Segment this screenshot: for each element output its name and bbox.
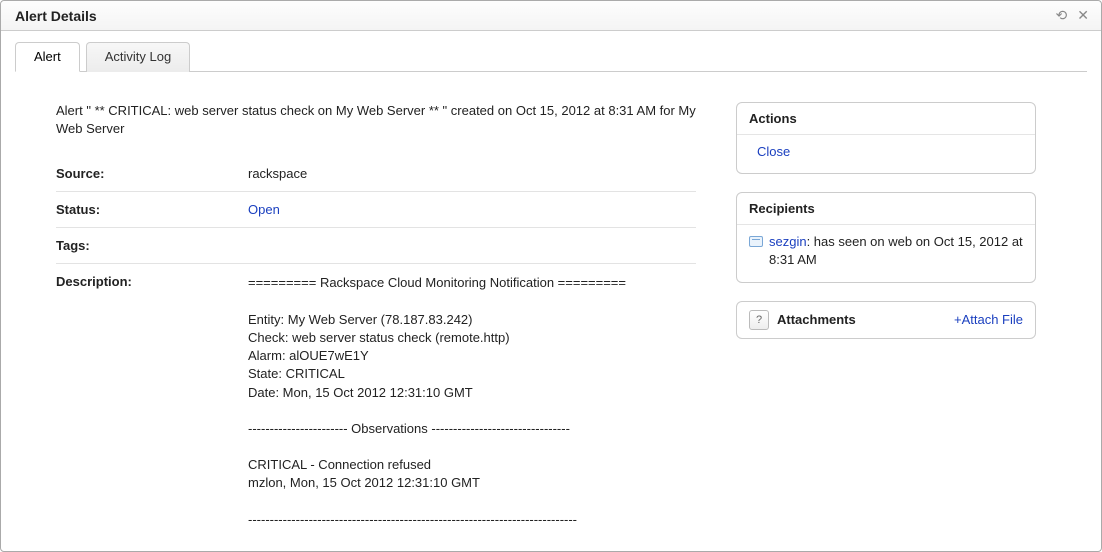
attach-file-link[interactable]: +Attach File	[954, 312, 1023, 327]
row-source: Source: rackspace	[56, 156, 696, 192]
panel-attachments: ? Attachments +Attach File	[736, 301, 1036, 339]
value-description: ========= Rackspace Cloud Monitoring Not…	[248, 274, 626, 529]
content: Alert " ** CRITICAL: web server status c…	[1, 72, 1101, 539]
label-tags: Tags:	[56, 238, 248, 253]
description-text: ========= Rackspace Cloud Monitoring Not…	[248, 274, 626, 529]
attachments-left: ? Attachments	[749, 310, 856, 330]
panel-actions-body: Close	[737, 135, 1035, 173]
recipient-name[interactable]: sezgin	[769, 234, 807, 249]
tabs: Alert Activity Log	[15, 41, 1087, 72]
row-tags: Tags:	[56, 228, 696, 264]
row-description: Description: ========= Rackspace Cloud M…	[56, 264, 696, 539]
label-description: Description:	[56, 274, 248, 289]
panel-recipients-body: sezgin: has seen on web on Oct 15, 2012 …	[737, 225, 1035, 281]
label-status: Status:	[56, 202, 248, 217]
recipient-rest: : has seen on web on Oct 15, 2012 at 8:3…	[769, 234, 1023, 267]
alert-main: Alert " ** CRITICAL: web server status c…	[56, 102, 696, 539]
recipient-text: sezgin: has seen on web on Oct 15, 2012 …	[769, 233, 1023, 269]
panel-recipients: Recipients sezgin: has seen on web on Oc…	[736, 192, 1036, 282]
tab-activity-log[interactable]: Activity Log	[86, 42, 190, 72]
window-title: Alert Details	[15, 8, 97, 24]
panel-actions: Actions Close	[736, 102, 1036, 174]
label-source: Source:	[56, 166, 248, 181]
user-icon	[749, 236, 763, 247]
value-status[interactable]: Open	[248, 202, 280, 217]
attachments-title: Attachments	[777, 312, 856, 327]
panel-recipients-title: Recipients	[737, 193, 1035, 225]
close-icon[interactable]: ✕	[1077, 7, 1089, 24]
panel-actions-title: Actions	[737, 103, 1035, 135]
action-close[interactable]: Close	[749, 143, 790, 161]
row-status: Status: Open	[56, 192, 696, 228]
refresh-icon[interactable]: ⟲	[1056, 7, 1068, 24]
tab-alert[interactable]: Alert	[15, 42, 80, 72]
sidebar: Actions Close Recipients sezgin: has see…	[736, 102, 1036, 539]
window-controls: ⟲ ✕	[1056, 7, 1089, 24]
recipient-row: sezgin: has seen on web on Oct 15, 2012 …	[749, 233, 1023, 269]
help-icon[interactable]: ?	[749, 310, 769, 330]
window-titlebar: Alert Details ⟲ ✕	[1, 1, 1101, 31]
alert-summary: Alert " ** CRITICAL: web server status c…	[56, 102, 696, 138]
value-source: rackspace	[248, 166, 307, 181]
